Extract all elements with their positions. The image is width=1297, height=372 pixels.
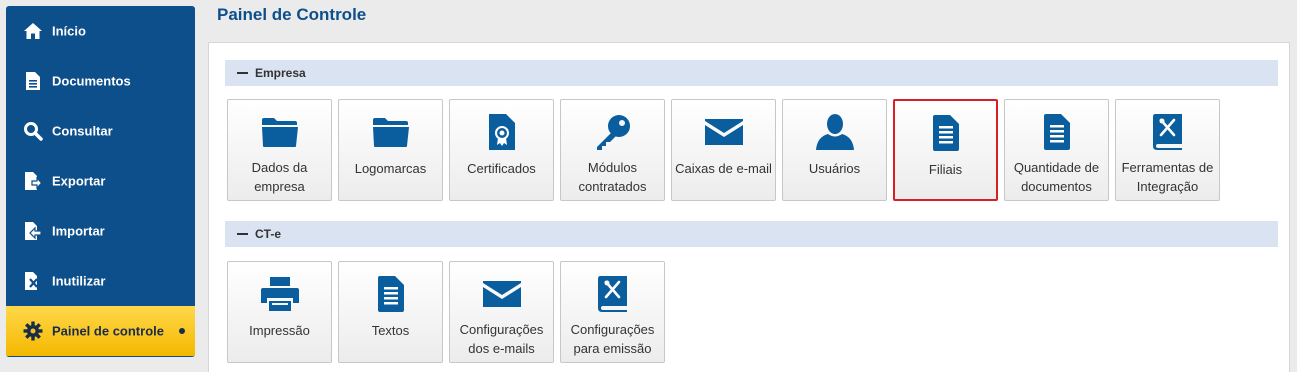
export-icon [22, 170, 44, 192]
page-title: Painel de Controle [217, 5, 367, 24]
tile-label: Dados da [251, 160, 308, 175]
search-icon [22, 120, 44, 142]
document-icon [22, 70, 44, 92]
tile-dados-da-empresa[interactable]: Dados da empresa [227, 99, 332, 201]
sidebar-item-label: Painel de controle [52, 323, 164, 339]
sidebar-item-label: Importar [52, 223, 105, 239]
tile-label-line2: Integração [1136, 179, 1199, 194]
tile-filiais[interactable]: Filiais [893, 99, 998, 201]
tile-label: Quantidade de [1013, 160, 1100, 175]
collapse-icon [237, 72, 248, 74]
tile-caixas-de-e-mail[interactable]: Caixas de e-mail [671, 99, 776, 201]
tile-label-line2: dos e-mails [468, 341, 535, 356]
sidebar-item-inicio[interactable]: Início [6, 6, 195, 56]
tile-label: Certificados [467, 161, 536, 176]
tile-label: Impressão [249, 323, 310, 338]
tile-label-line2: empresa [254, 179, 305, 194]
tile-textos[interactable]: Textos [338, 261, 443, 363]
user-icon [783, 112, 886, 152]
section-header-empresa[interactable]: Empresa [225, 60, 1278, 86]
gear-icon [22, 320, 44, 342]
tile-impressao[interactable]: Impressão [227, 261, 332, 363]
tools-book-icon [561, 274, 664, 314]
sidebar-item-importar[interactable]: Importar [6, 206, 195, 256]
tile-configuracoes-dos-e-mails[interactable]: Configurações dos e-mails [449, 261, 554, 363]
sidebar-item-inutilizar[interactable]: Inutilizar [6, 256, 195, 306]
tile-label: Módulos [587, 160, 638, 175]
key-icon [561, 112, 664, 152]
tile-logomarcas[interactable]: Logomarcas [338, 99, 443, 201]
section-header-cte[interactable]: CT-e [225, 221, 1278, 247]
sidebar-item-label: Exportar [52, 173, 106, 189]
document-icon [1005, 112, 1108, 152]
import-icon [22, 220, 44, 242]
tile-ferramentas-de-integracao[interactable]: Ferramentas de Integração [1115, 99, 1220, 201]
sidebar-item-label: Documentos [52, 73, 131, 89]
document-icon [895, 113, 996, 153]
envelope-icon [450, 274, 553, 314]
envelope-icon [672, 112, 775, 152]
tile-label: Filiais [928, 162, 963, 177]
sidebar-item-label: Início [52, 23, 86, 39]
sidebar: Início Documentos Consultar Exportar Imp… [6, 6, 195, 357]
control-panel: Empresa Dados da empresa Logomarcas Certi… [208, 42, 1290, 372]
tile-label: Configurações [570, 322, 655, 337]
tile-modulos-contratados[interactable]: Módulos contratados [560, 99, 665, 201]
tools-book-icon [1116, 112, 1219, 152]
active-indicator-dot [179, 328, 185, 334]
folder-icon [228, 112, 331, 152]
sidebar-item-consultar[interactable]: Consultar [6, 106, 195, 156]
certificate-icon [450, 112, 553, 152]
tile-usuarios[interactable]: Usuários [782, 99, 887, 201]
sidebar-item-label: Inutilizar [52, 273, 106, 289]
folder-icon [339, 112, 442, 152]
tile-certificados[interactable]: Certificados [449, 99, 554, 201]
document-icon [339, 274, 442, 314]
home-icon [22, 20, 44, 42]
collapse-icon [237, 233, 248, 235]
tile-label: Configurações [459, 322, 544, 337]
sidebar-item-exportar[interactable]: Exportar [6, 156, 195, 206]
tile-label: Caixas de e-mail [675, 161, 772, 176]
tile-label: Logomarcas [354, 161, 427, 176]
section-title: CT-e [255, 227, 282, 241]
invalidate-icon [22, 270, 44, 292]
sidebar-item-label: Consultar [52, 123, 113, 139]
tile-label-line2: documentos [1021, 179, 1092, 194]
tile-label-line2: contratados [578, 179, 647, 194]
tile-configuracoes-para-emissao[interactable]: Configurações para emissão [560, 261, 665, 363]
tile-quantidade-de-documentos[interactable]: Quantidade de documentos [1004, 99, 1109, 201]
section-title: Empresa [255, 66, 306, 80]
tile-label: Ferramentas de [1121, 160, 1214, 175]
tile-label-line2: para emissão [573, 341, 652, 356]
tile-label: Textos [371, 323, 410, 338]
tile-label: Usuários [808, 161, 861, 176]
printer-icon [228, 274, 331, 314]
sidebar-item-documentos[interactable]: Documentos [6, 56, 195, 106]
sidebar-item-painel-de-controle[interactable]: Painel de controle [6, 306, 195, 356]
